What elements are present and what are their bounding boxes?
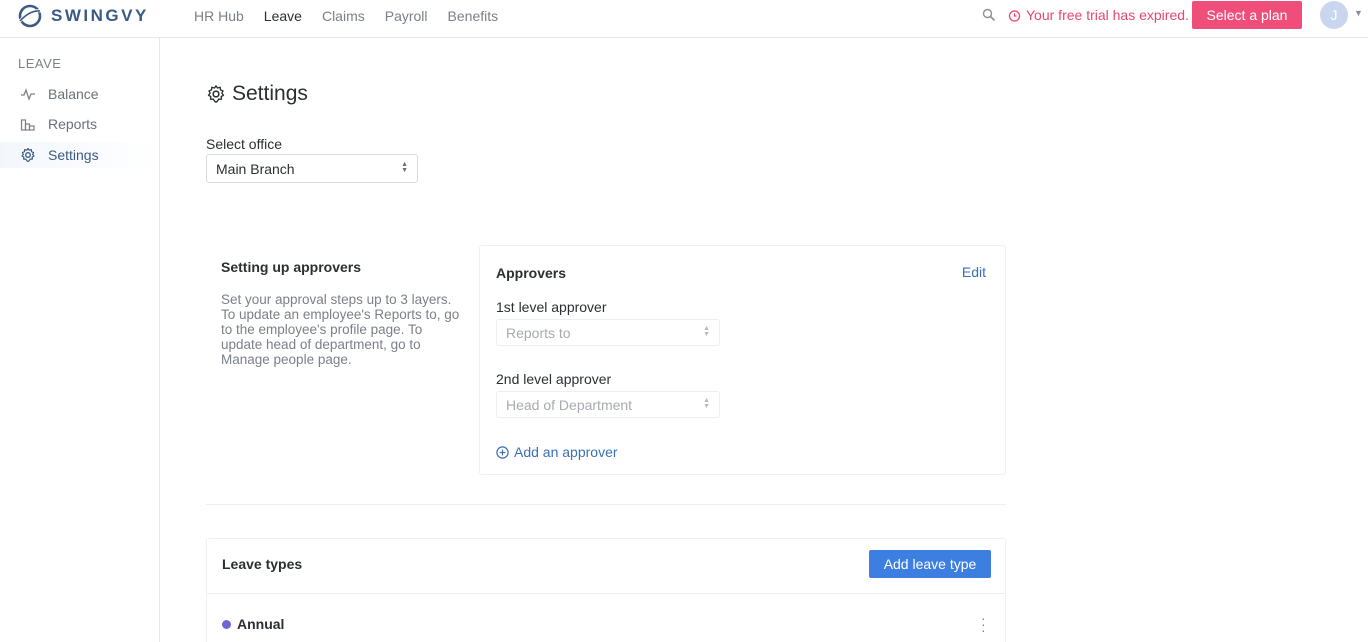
- approvers-section: Setting up approvers Set your approval s…: [206, 245, 1006, 475]
- approvers-panel: Approvers Edit 1st level approver Report…: [479, 245, 1006, 475]
- office-select-label: Select office: [206, 136, 283, 152]
- nav-item-leave[interactable]: Leave: [264, 8, 302, 24]
- leave-type-name: Annual: [237, 616, 285, 632]
- level2-approver-value: Head of Department: [506, 396, 633, 413]
- leave-type-color-dot: [222, 619, 231, 629]
- page-title-text: Settings: [232, 82, 308, 105]
- nav-item-payroll[interactable]: Payroll: [385, 8, 428, 24]
- select-plan-button[interactable]: Select a plan: [1192, 1, 1302, 29]
- approvers-panel-title: Approvers: [496, 265, 567, 281]
- level2-approver-select[interactable]: Head of Department ▲ ▼: [496, 391, 720, 418]
- leave-types-title: Leave types: [222, 556, 303, 572]
- select-arrows-icon: ▲ ▼: [703, 325, 710, 338]
- avatar[interactable]: J: [1320, 1, 1348, 29]
- activity-icon: [21, 88, 35, 101]
- level2-approver-label: 2nd level approver: [496, 371, 612, 387]
- office-select-value: Main Branch: [216, 160, 295, 177]
- section-divider: [206, 504, 1006, 505]
- leave-types-section: Leave types Add leave type Annual · · ·: [206, 538, 1006, 642]
- clock-icon: [1008, 9, 1021, 22]
- sidebar-item-reports[interactable]: Reports: [0, 111, 159, 137]
- swingvy-logo-icon: [17, 4, 42, 28]
- sidebar: LEAVE Balance Reports Settings: [0, 38, 160, 642]
- nav-item-benefits[interactable]: Benefits: [448, 8, 499, 24]
- gear-icon: [21, 147, 35, 163]
- sidebar-heading: LEAVE: [18, 56, 62, 71]
- office-select[interactable]: Main Branch ▲ ▼: [206, 154, 418, 183]
- select-arrows-icon: ▲ ▼: [703, 397, 710, 410]
- chevron-down-icon[interactable]: ▼: [1354, 8, 1363, 18]
- edit-approvers-link[interactable]: Edit: [962, 264, 986, 280]
- nav-item-hr-hub[interactable]: HR Hub: [194, 8, 244, 24]
- sidebar-item-label: Reports: [48, 116, 98, 132]
- brand-logo[interactable]: SWINGVY: [17, 3, 149, 29]
- main-nav: HR Hub Leave Claims Payroll Benefits: [194, 0, 518, 32]
- sidebar-item-balance[interactable]: Balance: [0, 81, 159, 107]
- trial-expired-notice: Your free trial has expired.: [1008, 7, 1189, 23]
- chart-icon: [20, 119, 35, 131]
- level1-approver-select[interactable]: Reports to ▲ ▼: [496, 319, 720, 346]
- sidebar-item-label: Balance: [48, 86, 99, 102]
- nav-item-claims[interactable]: Claims: [322, 8, 365, 24]
- sidebar-item-settings[interactable]: Settings: [0, 142, 159, 168]
- add-approver-label: Add an approver: [514, 444, 618, 460]
- sidebar-item-label: Settings: [48, 147, 99, 163]
- page-title: Settings: [206, 82, 308, 106]
- approvers-section-title: Setting up approvers: [221, 259, 362, 275]
- approvers-section-description: Set your approval steps up to 3 layers. …: [221, 292, 460, 367]
- level1-approver-label: 1st level approver: [496, 299, 607, 315]
- select-arrows-icon: ▲ ▼: [401, 161, 408, 174]
- top-navigation-bar: SWINGVY HR Hub Leave Claims Payroll Bene…: [0, 0, 1368, 38]
- trial-expired-text: Your free trial has expired.: [1026, 7, 1189, 23]
- level1-approver-value: Reports to: [506, 324, 571, 341]
- add-leave-type-button[interactable]: Add leave type: [869, 550, 991, 578]
- add-approver-button[interactable]: Add an approver: [496, 444, 618, 460]
- gear-icon: [207, 85, 225, 103]
- plus-circle-icon: [496, 445, 509, 459]
- list-item[interactable]: Annual: [222, 616, 284, 632]
- search-icon[interactable]: [982, 8, 996, 22]
- more-options-icon[interactable]: · · ·: [981, 611, 986, 637]
- leave-types-divider: [207, 593, 1005, 594]
- brand-name: SWINGVY: [51, 6, 149, 25]
